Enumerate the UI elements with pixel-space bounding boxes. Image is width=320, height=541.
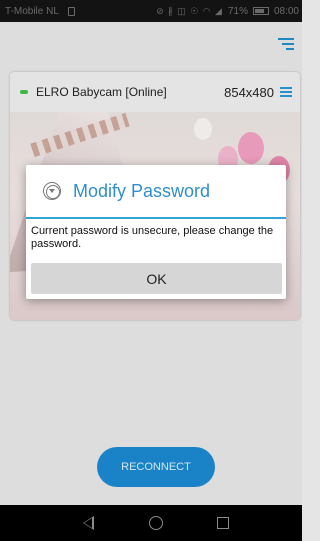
ok-button[interactable]: OK bbox=[31, 263, 282, 294]
recent-apps-icon[interactable] bbox=[217, 517, 229, 529]
reconnect-button[interactable]: RECONNECT bbox=[97, 447, 215, 487]
home-icon[interactable] bbox=[149, 516, 163, 530]
dialog-title: Modify Password bbox=[73, 180, 211, 201]
back-icon[interactable] bbox=[83, 516, 94, 530]
dialog-alert-icon bbox=[43, 182, 61, 200]
dialog-header: Modify Password bbox=[26, 165, 286, 217]
navigation-bar bbox=[0, 505, 302, 541]
dialog-message: Current password is unsecure, please cha… bbox=[31, 225, 274, 250]
modify-password-dialog: Modify Password Current password is unse… bbox=[26, 165, 286, 299]
